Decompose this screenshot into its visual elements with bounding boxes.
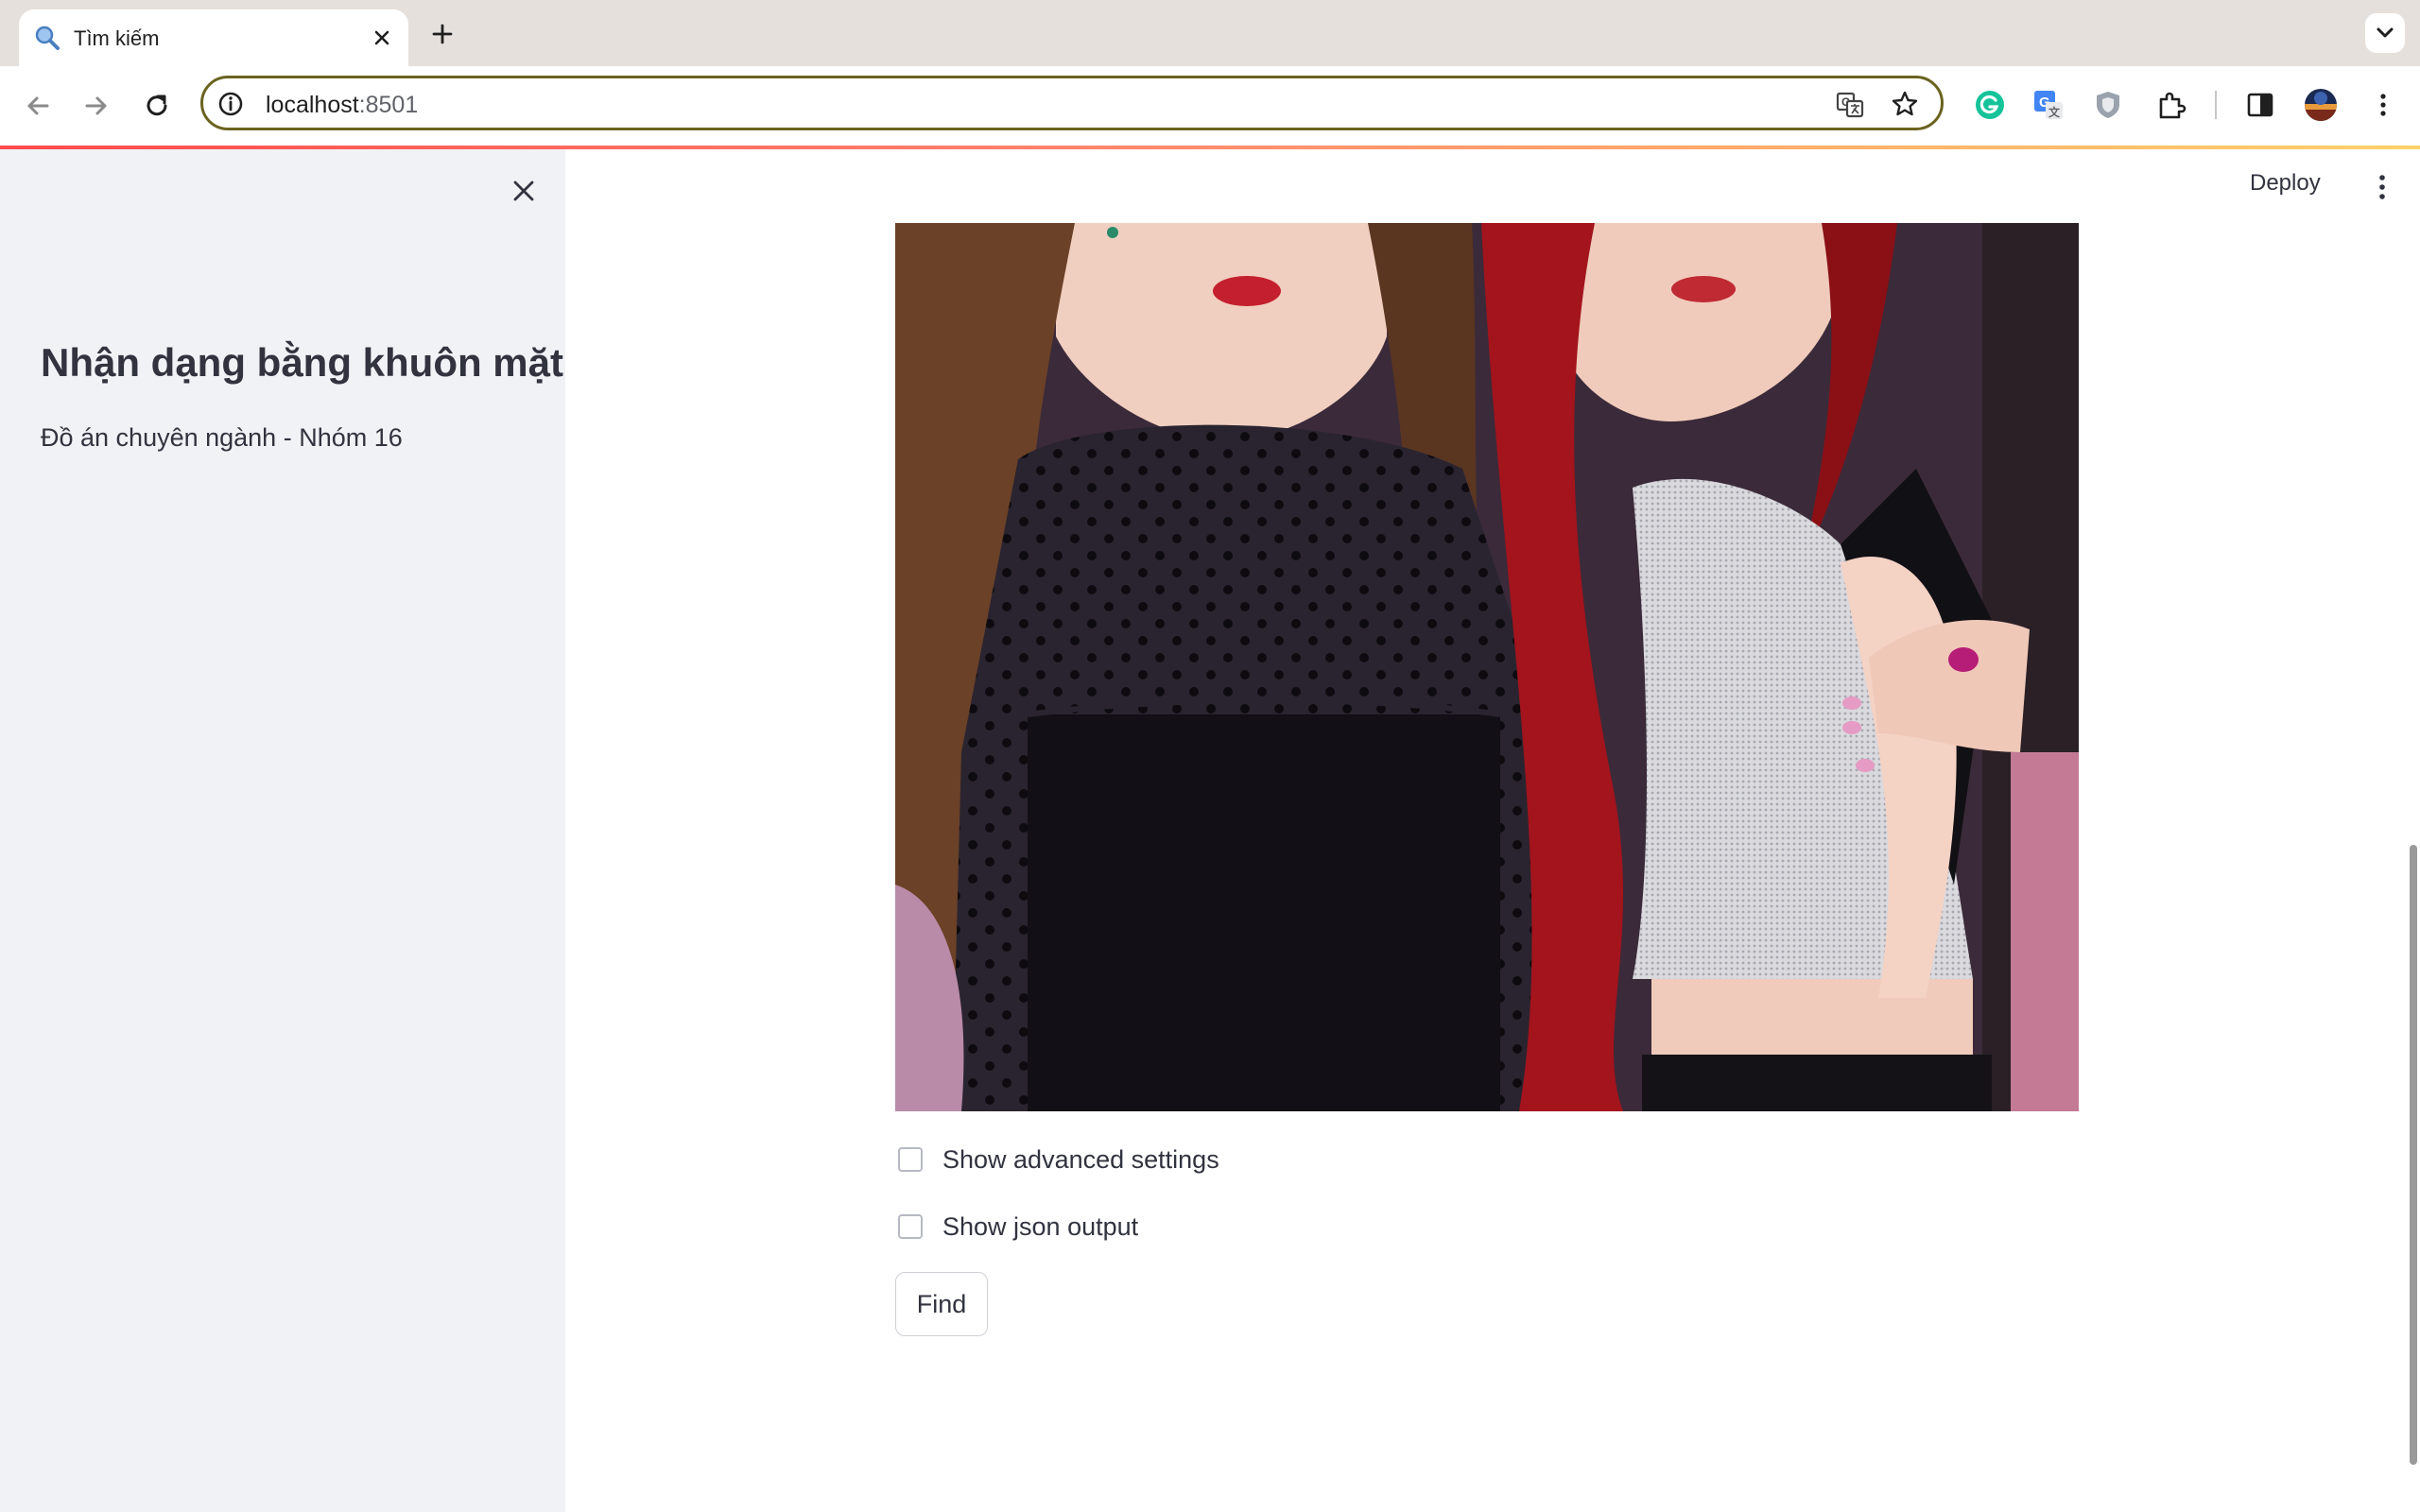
url-text: localhost:8501 xyxy=(266,92,418,119)
new-tab-icon[interactable] xyxy=(427,19,458,49)
shield-extension-icon[interactable] xyxy=(2090,87,2126,123)
show-advanced-settings-checkbox[interactable]: Show advanced settings xyxy=(898,1142,1276,1179)
svg-text:文: 文 xyxy=(2048,105,2061,119)
reload-icon[interactable] xyxy=(140,89,174,123)
uploaded-image-drawing xyxy=(895,223,2079,1111)
side-panel-icon[interactable] xyxy=(2242,87,2278,123)
toolbar-divider xyxy=(2215,91,2217,119)
back-arrow-icon[interactable] xyxy=(21,89,55,123)
search-icon xyxy=(35,26,60,50)
checkbox-box[interactable] xyxy=(898,1214,923,1239)
chevron-down-icon xyxy=(2377,27,2394,38)
bookmark-star-icon[interactable] xyxy=(1890,89,1920,119)
find-button[interactable]: Find xyxy=(895,1272,988,1336)
uploaded-image xyxy=(895,223,2079,1111)
translate-icon[interactable]: G xyxy=(1835,90,1865,120)
site-info-icon[interactable] xyxy=(216,90,245,118)
sidebar: Nhận dạng bằng khuôn mặt Đồ án chuyên ng… xyxy=(0,149,565,1512)
sidebar-title: Nhận dạng bằng khuôn mặt xyxy=(41,340,563,385)
tab-search-button[interactable] xyxy=(2365,13,2405,53)
close-tab-icon[interactable] xyxy=(369,25,395,51)
url-port: :8501 xyxy=(358,92,419,118)
sidebar-subtitle: Đồ án chuyên ngành - Nhóm 16 xyxy=(41,423,403,452)
checkbox-box[interactable] xyxy=(898,1147,923,1172)
tab-title: Tìm kiếm xyxy=(74,26,160,50)
browser-menu-icon[interactable] xyxy=(2365,87,2401,123)
extensions-puzzle-icon[interactable] xyxy=(2153,87,2189,123)
checkbox-label: Show json output xyxy=(942,1212,1139,1241)
scrollbar-thumb[interactable] xyxy=(2410,845,2417,1465)
checkbox-label: Show advanced settings xyxy=(942,1145,1219,1174)
address-bar[interactable]: localhost:8501 G xyxy=(200,76,1944,130)
forward-arrow-icon[interactable] xyxy=(79,89,113,123)
show-json-output-checkbox[interactable]: Show json output xyxy=(898,1209,1201,1246)
app-menu-icon[interactable] xyxy=(2371,168,2394,206)
deploy-button[interactable]: Deploy xyxy=(2250,170,2321,197)
profile-avatar[interactable] xyxy=(2303,87,2339,123)
url-host: localhost xyxy=(266,92,359,118)
google-translate-icon[interactable]: G 文 xyxy=(2031,87,2066,123)
browser-tab[interactable]: Tìm kiếm xyxy=(19,9,408,66)
browser-toolbar: localhost:8501 G G 文 xyxy=(0,66,2420,146)
grammarly-icon[interactable] xyxy=(1972,87,2008,123)
browser-tabstrip: Tìm kiếm xyxy=(0,0,2420,66)
close-sidebar-icon[interactable] xyxy=(507,174,541,208)
